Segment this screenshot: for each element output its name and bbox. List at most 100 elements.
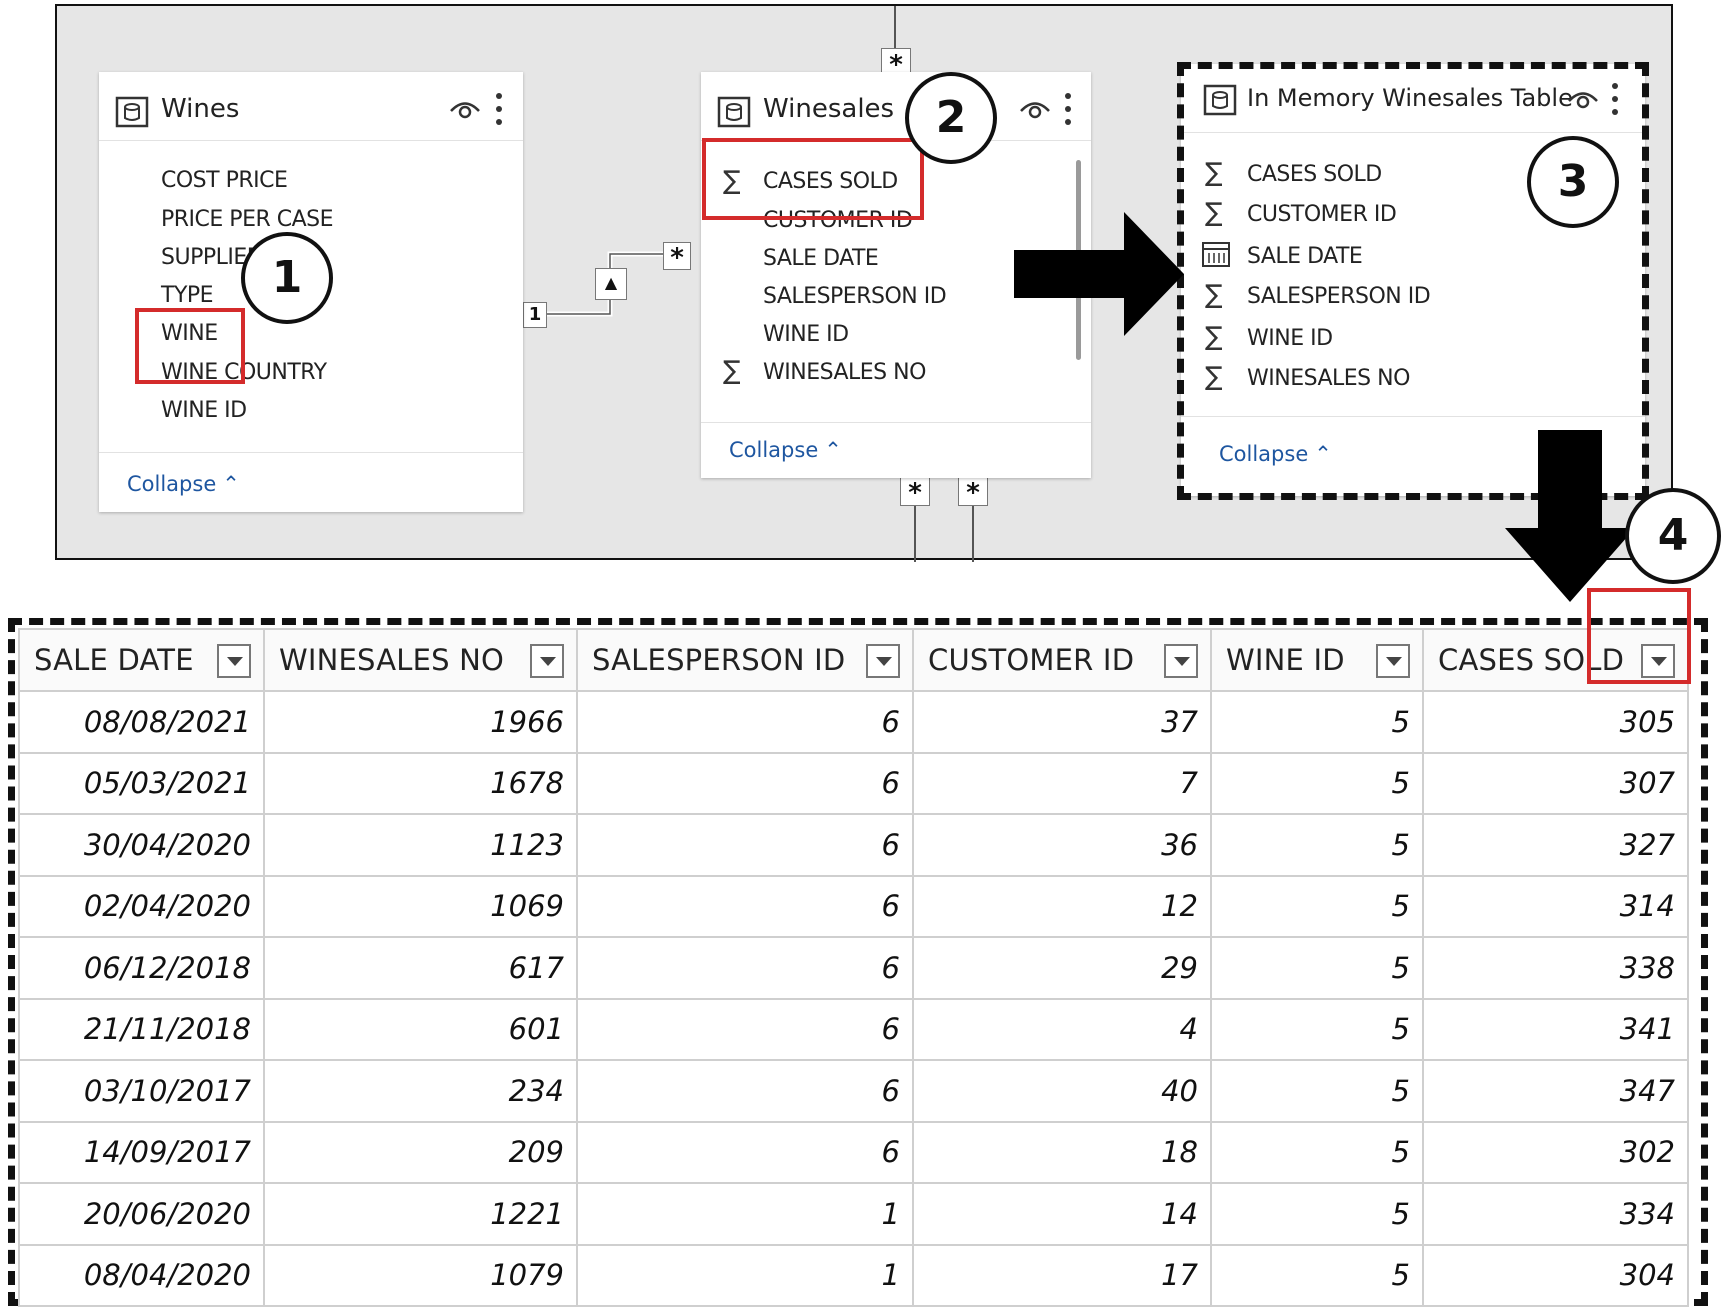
table-cell[interactable]: 1079 xyxy=(263,1243,578,1307)
column-filter-dropdown[interactable] xyxy=(866,644,900,678)
table-cell[interactable]: 6 xyxy=(576,813,914,877)
callout-badge-2: 2 xyxy=(905,72,997,164)
column-filter-dropdown[interactable] xyxy=(1376,644,1410,678)
winesales-collapse-link[interactable]: Collapse ⌃ xyxy=(729,438,842,462)
sigma-icon: ∑ xyxy=(723,356,741,386)
table-cell[interactable]: 234 xyxy=(263,1059,578,1123)
wines-field[interactable]: TYPE xyxy=(161,283,214,308)
table-cell[interactable]: 6 xyxy=(576,874,914,938)
table-cell[interactable]: 5 xyxy=(1210,874,1424,938)
table-row: 08/08/2021 1966 6 37 5 305 xyxy=(18,690,1689,754)
table-cell[interactable]: 03/10/2017 xyxy=(18,1059,265,1123)
winesales-field[interactable]: SALE DATE xyxy=(763,246,879,271)
table-row: 21/11/2018 601 6 4 5 341 xyxy=(18,997,1689,1061)
table-cell[interactable]: 1678 xyxy=(263,751,578,815)
table-cell[interactable]: 1 xyxy=(576,1182,914,1246)
wines-field[interactable]: PRICE PER CASE xyxy=(161,207,334,232)
wines-field[interactable]: COST PRICE xyxy=(161,168,288,193)
winesales-field[interactable]: SALESPERSON ID xyxy=(763,284,947,309)
wines-card-header: Wines xyxy=(99,72,523,141)
wines-field[interactable]: WINE ID xyxy=(161,398,247,423)
relationship-many-marker-bottom-right: * xyxy=(958,476,988,508)
table-cell[interactable]: 30/04/2020 xyxy=(18,813,265,877)
table-cell[interactable]: 5 xyxy=(1210,690,1424,754)
table-cell[interactable]: 17 xyxy=(912,1243,1212,1307)
table-cell[interactable]: 327 xyxy=(1422,813,1689,877)
table-cell[interactable]: 6 xyxy=(576,1120,914,1184)
table-cell[interactable]: 20/06/2020 xyxy=(18,1182,265,1246)
table-icon xyxy=(717,96,751,128)
table-cell[interactable]: 1069 xyxy=(263,874,578,938)
table-cell[interactable]: 40 xyxy=(912,1059,1212,1123)
table-cell[interactable]: 21/11/2018 xyxy=(18,997,265,1061)
column-header-customer-id[interactable]: CUSTOMER ID xyxy=(912,628,1212,692)
relationship-many-marker-bottom-left: * xyxy=(900,476,930,508)
table-cell[interactable]: 5 xyxy=(1210,1059,1424,1123)
eye-icon[interactable] xyxy=(1019,98,1051,120)
column-filter-dropdown[interactable] xyxy=(530,644,564,678)
table-cell[interactable]: 14 xyxy=(912,1182,1212,1246)
column-filter-dropdown[interactable] xyxy=(1164,644,1198,678)
table-cell[interactable]: 307 xyxy=(1422,751,1689,815)
table-cell[interactable]: 06/12/2018 xyxy=(18,936,265,1000)
column-header-winesales-no[interactable]: WINESALES NO xyxy=(263,628,578,692)
table-cell[interactable]: 6 xyxy=(576,1059,914,1123)
table-cell[interactable]: 02/04/2020 xyxy=(18,874,265,938)
winesales-field[interactable]: WINE ID xyxy=(763,322,849,347)
arrow-down-icon xyxy=(1505,430,1635,602)
table-cell[interactable]: 37 xyxy=(912,690,1212,754)
more-options-icon[interactable] xyxy=(495,92,503,126)
table-cell[interactable]: 29 xyxy=(912,936,1212,1000)
table-cell[interactable]: 6 xyxy=(576,997,914,1061)
table-cell[interactable]: 14/09/2017 xyxy=(18,1120,265,1184)
table-cell[interactable]: 12 xyxy=(912,874,1212,938)
column-header-label: SALE DATE xyxy=(34,643,194,677)
table-cell[interactable]: 5 xyxy=(1210,1120,1424,1184)
table-cell[interactable]: 08/08/2021 xyxy=(18,690,265,754)
table-cell[interactable]: 5 xyxy=(1210,813,1424,877)
table-cell[interactable]: 5 xyxy=(1210,936,1424,1000)
table-cell[interactable]: 209 xyxy=(263,1120,578,1184)
table-cell[interactable]: 18 xyxy=(912,1120,1212,1184)
table-cell[interactable]: 1 xyxy=(576,1243,914,1307)
table-cell[interactable]: 334 xyxy=(1422,1182,1689,1246)
table-cell[interactable]: 6 xyxy=(576,690,914,754)
cross-filter-arrow[interactable]: ▲ xyxy=(595,268,627,300)
table-cell[interactable]: 5 xyxy=(1210,997,1424,1061)
table-cell[interactable]: 7 xyxy=(912,751,1212,815)
more-options-icon[interactable] xyxy=(1064,92,1072,126)
table-cell[interactable]: 05/03/2021 xyxy=(18,751,265,815)
table-cell[interactable]: 314 xyxy=(1422,874,1689,938)
column-filter-dropdown[interactable] xyxy=(217,644,251,678)
table-cell[interactable]: 338 xyxy=(1422,936,1689,1000)
table-cell[interactable]: 36 xyxy=(912,813,1212,877)
table-cell[interactable]: 5 xyxy=(1210,751,1424,815)
table-cell[interactable]: 1966 xyxy=(263,690,578,754)
table-cell[interactable]: 617 xyxy=(263,936,578,1000)
table-cell[interactable]: 305 xyxy=(1422,690,1689,754)
table-view: SALE DATE WINESALES NO SALESPERSON ID CU… xyxy=(8,588,1708,1307)
table-cell[interactable]: 1123 xyxy=(263,813,578,877)
column-header-wine-id[interactable]: WINE ID xyxy=(1210,628,1424,692)
data-table: SALE DATE WINESALES NO SALESPERSON ID CU… xyxy=(18,628,1689,1307)
table-cell[interactable]: 6 xyxy=(576,936,914,1000)
wines-collapse-link[interactable]: Collapse ⌃ xyxy=(127,472,240,496)
table-cell[interactable]: 6 xyxy=(576,751,914,815)
table-cell[interactable]: 5 xyxy=(1210,1243,1424,1307)
eye-icon[interactable] xyxy=(449,98,481,120)
column-header-salesperson-id[interactable]: SALESPERSON ID xyxy=(576,628,914,692)
table-cell[interactable]: 304 xyxy=(1422,1243,1689,1307)
table-cell[interactable]: 347 xyxy=(1422,1059,1689,1123)
table-cell[interactable]: 601 xyxy=(263,997,578,1061)
wine-field-highlight xyxy=(135,308,245,384)
table-cell[interactable]: 4 xyxy=(912,997,1212,1061)
table-cell[interactable]: 302 xyxy=(1422,1120,1689,1184)
table-cell[interactable]: 341 xyxy=(1422,997,1689,1061)
table-cell[interactable]: 1221 xyxy=(263,1182,578,1246)
wines-card-divider xyxy=(99,452,523,453)
table-cell[interactable]: 5 xyxy=(1210,1182,1424,1246)
table-row: 05/03/2021 1678 6 7 5 307 xyxy=(18,751,1689,815)
winesales-field[interactable]: WINESALES NO xyxy=(763,360,926,385)
column-header-sale-date[interactable]: SALE DATE xyxy=(18,628,265,692)
table-cell[interactable]: 08/04/2020 xyxy=(18,1243,265,1307)
